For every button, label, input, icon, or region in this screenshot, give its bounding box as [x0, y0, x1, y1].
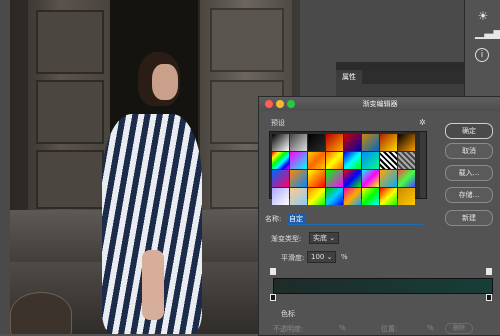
preset-swatch[interactable]	[362, 134, 379, 151]
preset-swatch[interactable]	[398, 188, 415, 205]
photo-image	[10, 0, 300, 334]
gradient-ramp[interactable]	[273, 278, 493, 294]
preset-swatch[interactable]	[272, 170, 289, 187]
ok-button[interactable]: 确定	[445, 123, 493, 139]
leg	[142, 250, 164, 320]
preset-swatch[interactable]	[290, 188, 307, 205]
preset-swatch[interactable]	[362, 152, 379, 169]
smoothness-label: 平滑度:	[281, 254, 305, 262]
preset-swatch[interactable]	[272, 152, 289, 169]
cancel-button[interactable]: 取消	[445, 143, 493, 159]
info-icon[interactable]: i	[475, 48, 489, 62]
preset-swatch[interactable]	[344, 188, 361, 205]
presets-panel	[269, 131, 427, 205]
preset-swatch[interactable]	[398, 152, 415, 169]
presets-label: 预设	[271, 119, 285, 127]
location-unit: %	[427, 324, 434, 332]
save-button[interactable]: 存储...	[445, 187, 493, 203]
preset-swatch[interactable]	[290, 152, 307, 169]
face	[152, 64, 178, 100]
name-value: 自定	[287, 214, 305, 224]
presets-scrollbar[interactable]	[420, 132, 426, 198]
gear-icon[interactable]: ✲	[419, 118, 426, 127]
preset-swatch[interactable]	[290, 170, 307, 187]
zoom-window-button[interactable]	[287, 100, 295, 108]
preset-swatch[interactable]	[344, 134, 361, 151]
name-field[interactable]: 自定	[287, 214, 423, 225]
preset-swatch[interactable]	[272, 134, 289, 151]
histogram-icon[interactable]: ▁▃▅	[475, 24, 500, 40]
opacity-stop-right[interactable]	[486, 268, 492, 275]
woman-figure	[90, 50, 230, 334]
preset-swatch[interactable]	[290, 134, 307, 151]
color-stop-left[interactable]	[270, 294, 276, 301]
sun-icon[interactable]: ☀	[475, 8, 491, 24]
preset-swatch[interactable]	[380, 188, 397, 205]
panel-header-bar	[336, 62, 464, 70]
dialog-title: 渐变编辑器	[362, 100, 398, 108]
preset-swatch[interactable]	[308, 188, 325, 205]
minimize-window-button[interactable]	[276, 100, 284, 108]
smoothness-select[interactable]: 100 ⌄	[307, 251, 337, 263]
opacity-label: 不透明度:	[273, 325, 304, 333]
preset-swatch[interactable]	[308, 134, 325, 151]
preset-grid	[272, 134, 420, 205]
name-label: 名称:	[265, 215, 282, 223]
close-window-button[interactable]	[265, 100, 273, 108]
preset-swatch[interactable]	[362, 188, 379, 205]
new-button[interactable]: 新建	[445, 210, 493, 226]
gradient-type-select[interactable]: 实底 ⌄	[309, 232, 340, 244]
preset-swatch[interactable]	[326, 188, 343, 205]
preset-swatch[interactable]	[398, 170, 415, 187]
dialog-titlebar[interactable]: 渐变编辑器	[259, 97, 500, 111]
preset-swatch[interactable]	[272, 188, 289, 205]
preset-swatch[interactable]	[344, 170, 361, 187]
preset-swatch[interactable]	[326, 152, 343, 169]
preset-swatch[interactable]	[380, 134, 397, 151]
color-stops-label: 色标	[281, 310, 295, 318]
delete-button[interactable]: 删除	[445, 323, 474, 334]
preset-swatch[interactable]	[308, 170, 325, 187]
load-button[interactable]: 载入...	[445, 165, 493, 181]
preset-swatch[interactable]	[344, 152, 361, 169]
preset-swatch[interactable]	[326, 134, 343, 151]
preset-swatch[interactable]	[380, 152, 397, 169]
color-stop-right[interactable]	[486, 294, 492, 301]
preset-swatch[interactable]	[398, 134, 415, 151]
preset-swatch[interactable]	[326, 170, 343, 187]
opacity-stop-left[interactable]	[270, 268, 276, 275]
preset-swatch[interactable]	[308, 152, 325, 169]
handbag	[10, 292, 72, 334]
preset-swatch[interactable]	[380, 170, 397, 187]
opacity-unit: %	[339, 324, 346, 332]
gradient-editor-dialog: 渐变编辑器 预设 ✲ 确定 取消 载入... 存储... 新建 名称: 自定 渐…	[258, 96, 500, 336]
smoothness-unit: %	[341, 253, 348, 261]
gradient-type-label: 渐变类型:	[271, 235, 302, 243]
preset-swatch[interactable]	[362, 170, 379, 187]
location-label: 位置:	[381, 325, 398, 333]
tab-properties[interactable]: 属性	[336, 70, 362, 84]
